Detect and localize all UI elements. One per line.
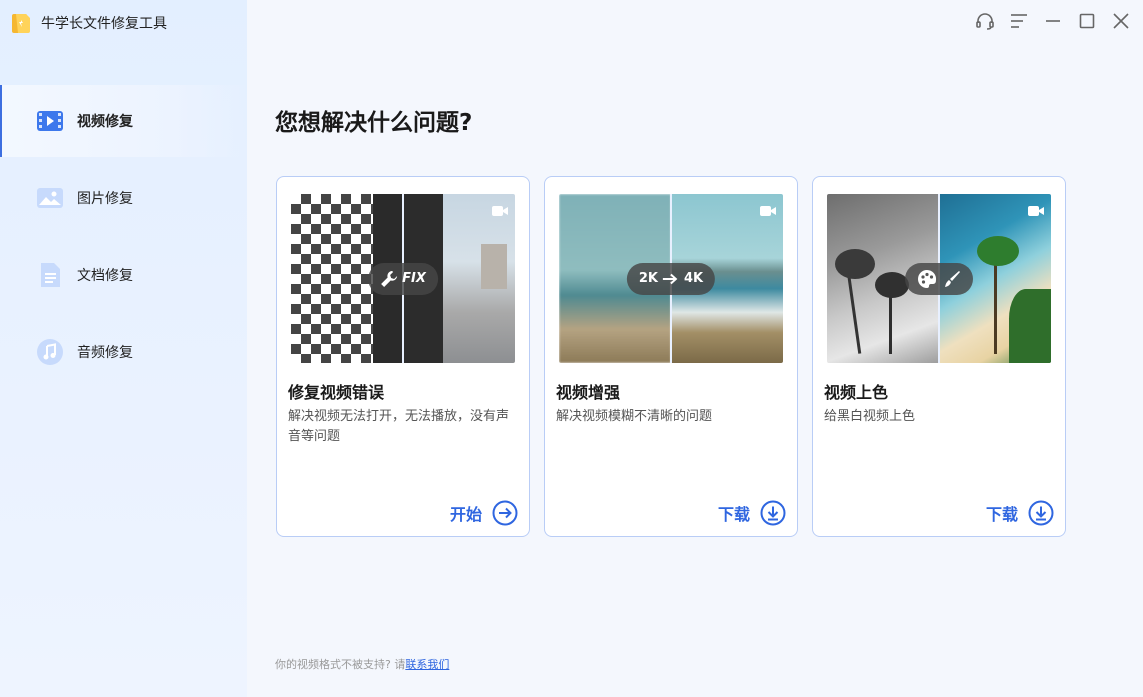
support-icon[interactable]	[973, 9, 997, 33]
sidebar-item-video-repair[interactable]: 视频修复	[0, 85, 247, 157]
sidebar-item-label: 视频修复	[77, 114, 133, 130]
sidebar-item-label: 图片修复	[77, 191, 133, 207]
badge-label: FIX	[402, 271, 426, 286]
fix-badge: FIX	[368, 262, 438, 295]
card-thumbnail	[827, 194, 1051, 363]
sidebar: 牛学长文件修复工具 视频修复 图片修复 文档修复 音频修复	[0, 0, 247, 697]
app-logo-icon	[12, 14, 30, 33]
arrow-right-circle-icon	[492, 500, 518, 526]
resolution-badge: 2K 4K	[626, 262, 716, 295]
card-video-enhance[interactable]: 2K 4K 视频增强 解决视频模糊不清晰的问题 下载	[544, 176, 798, 537]
video-camera-icon	[760, 202, 776, 221]
minimize-icon[interactable]	[1041, 9, 1065, 33]
sidebar-item-label: 文档修复	[77, 268, 133, 284]
card-video-colorize[interactable]: 视频上色 给黑白视频上色 下载	[812, 176, 1066, 537]
card-title: 视频增强	[556, 383, 621, 402]
close-icon[interactable]	[1109, 9, 1133, 33]
sidebar-item-label: 音频修复	[77, 345, 133, 361]
audio-repair-icon	[36, 338, 64, 366]
video-camera-icon	[492, 202, 508, 221]
sidebar-item-image-repair[interactable]: 图片修复	[0, 162, 247, 234]
card-title: 修复视频错误	[288, 383, 385, 402]
palette-icon	[918, 269, 937, 288]
download-circle-icon	[1028, 500, 1054, 526]
document-repair-icon	[36, 261, 64, 289]
card-repair-video-errors[interactable]: FIX 修复视频错误 解决视频无法打开，无法播放，没有声音等问题 开始	[276, 176, 530, 537]
colorize-badge	[905, 262, 973, 295]
action-label: 下载	[717, 505, 750, 524]
app-title-bar: 牛学长文件修复工具	[10, 10, 167, 36]
footer-note: 你的视频格式不被支持? 请联系我们	[275, 656, 449, 672]
sidebar-nav: 视频修复 图片修复 文档修复 音频修复	[0, 85, 247, 393]
image-repair-icon	[36, 184, 64, 212]
window-controls	[963, 9, 1133, 33]
card-thumbnail: 2K 4K	[559, 194, 783, 363]
video-camera-icon	[1028, 202, 1044, 221]
page-title: 您想解决什么问题?	[275, 110, 473, 136]
brush-icon	[945, 270, 960, 287]
action-label: 开始	[449, 505, 482, 524]
card-description: 解决视频模糊不清晰的问题	[556, 409, 713, 424]
contact-us-link[interactable]: 联系我们	[405, 658, 449, 671]
download-circle-icon	[760, 500, 786, 526]
start-button[interactable]: 开始	[450, 500, 518, 526]
badge-from-label: 2K	[638, 271, 658, 286]
wrench-icon	[381, 270, 398, 287]
menu-icon[interactable]	[1007, 9, 1031, 33]
card-description: 解决视频无法打开，无法播放，没有声音等问题	[288, 409, 510, 444]
sidebar-item-document-repair[interactable]: 文档修复	[0, 239, 247, 311]
card-title: 视频上色	[824, 383, 889, 402]
app-name: 牛学长文件修复工具	[41, 16, 167, 32]
maximize-icon[interactable]	[1075, 9, 1099, 33]
download-button[interactable]: 下载	[986, 500, 1054, 526]
badge-to-label: 4K	[684, 271, 704, 286]
card-description: 给黑白视频上色	[824, 409, 916, 424]
sidebar-item-audio-repair[interactable]: 音频修复	[0, 316, 247, 388]
download-button[interactable]: 下载	[718, 500, 786, 526]
card-thumbnail: FIX	[291, 194, 515, 363]
action-label: 下载	[985, 505, 1018, 524]
footer-text: 你的视频格式不被支持? 请	[275, 658, 406, 671]
feature-cards: FIX 修复视频错误 解决视频无法打开，无法播放，没有声音等问题 开始 2K 4…	[276, 176, 1080, 537]
video-repair-icon	[36, 107, 64, 135]
arrow-right-icon	[663, 273, 678, 284]
